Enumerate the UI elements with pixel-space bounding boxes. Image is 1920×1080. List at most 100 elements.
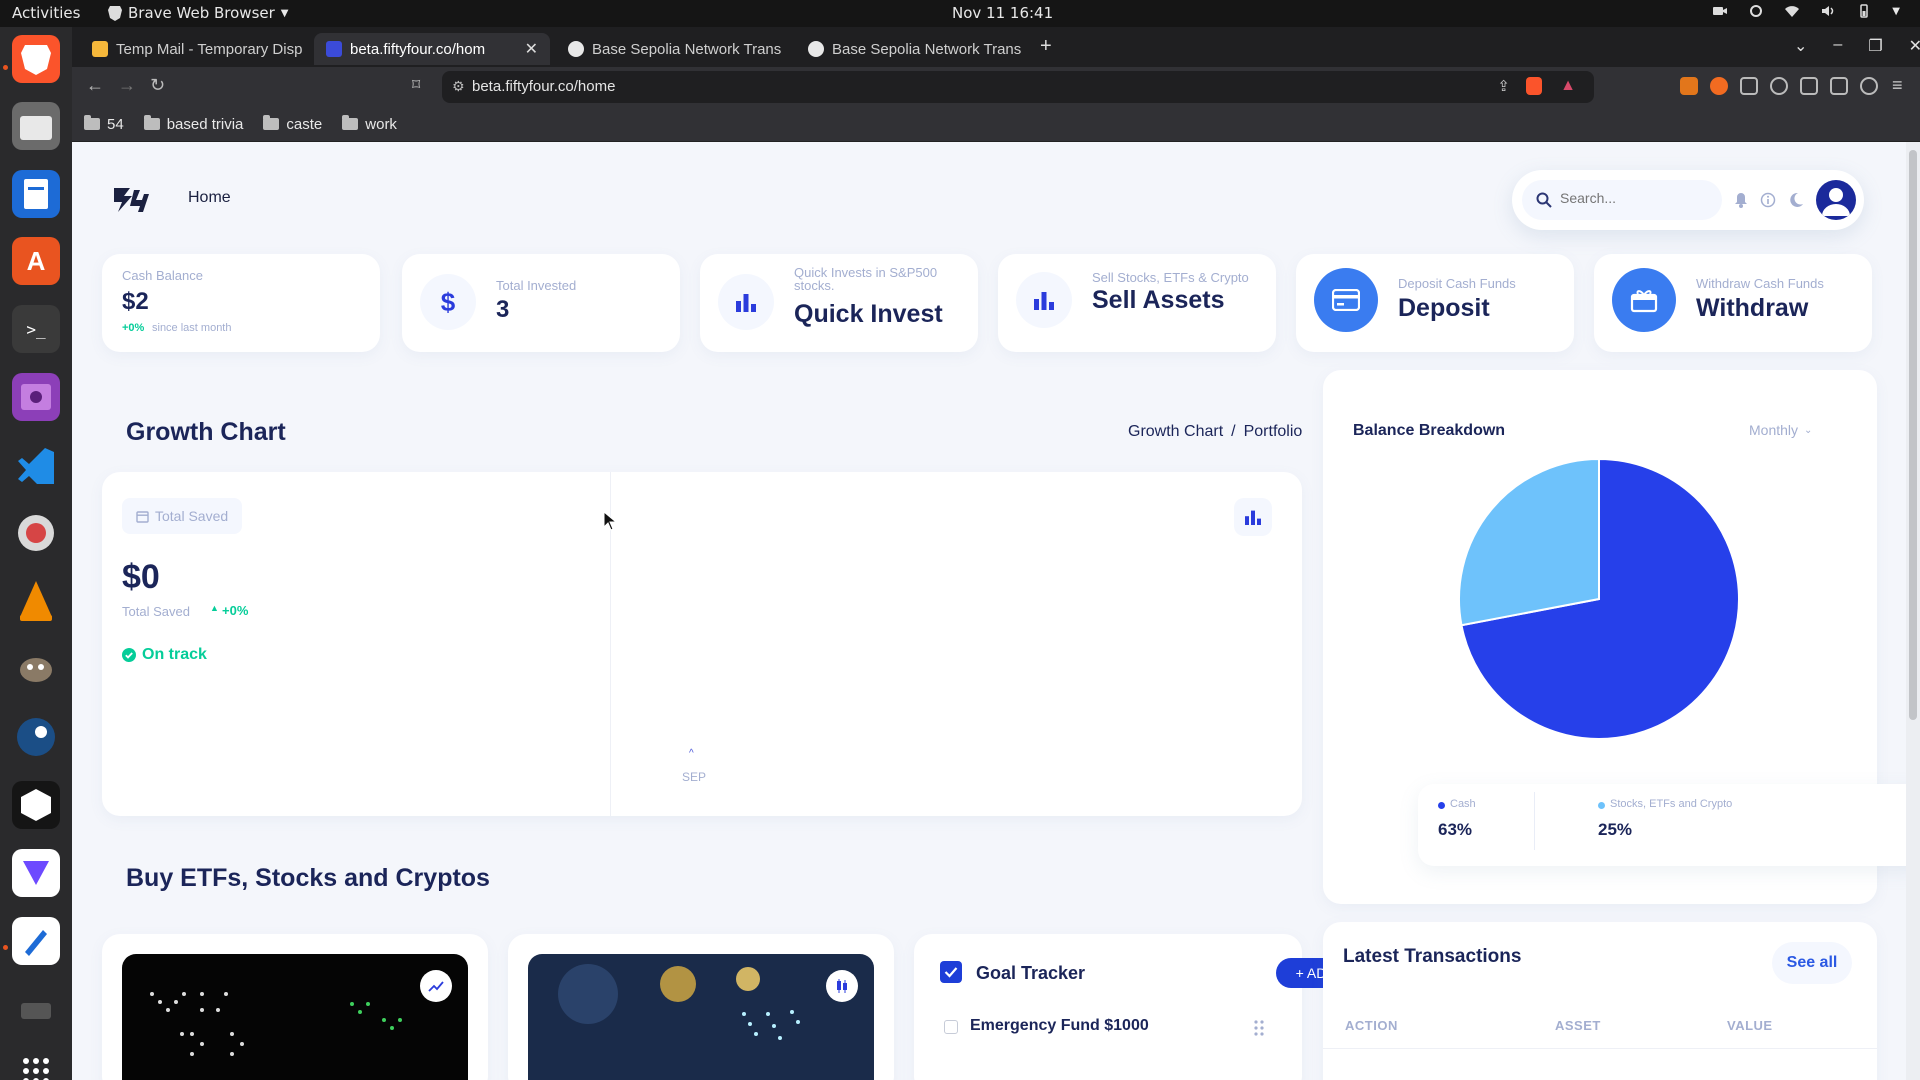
reload-icon[interactable]: ↻ xyxy=(150,75,165,96)
breadcrumb-home[interactable]: Home xyxy=(188,189,231,207)
system-top-bar: Activities Brave Web Browser ▼ Nov 11 16… xyxy=(0,0,1920,27)
battery-icon xyxy=(1860,4,1869,18)
software-center-icon[interactable]: A xyxy=(12,237,60,285)
wallet-icon[interactable] xyxy=(1830,77,1848,95)
clock[interactable]: Nov 11 16:41 xyxy=(952,4,1053,22)
extensions-puzzle-icon[interactable] xyxy=(1740,77,1758,95)
page-scrollbar[interactable] xyxy=(1906,142,1920,1080)
video-editor-icon[interactable] xyxy=(12,373,60,421)
share-icon[interactable]: ⇪ xyxy=(1497,77,1510,95)
gimp-icon[interactable] xyxy=(12,645,60,693)
temp-mail-favicon-icon xyxy=(92,41,108,57)
address-bar[interactable]: ⚙ beta.fiftyfour.co/home ⇪ ▲ xyxy=(442,71,1594,103)
tab-list-chevron-icon[interactable]: ⌄ xyxy=(1794,36,1807,56)
user-icon xyxy=(1822,188,1850,216)
proton-vpn-icon[interactable] xyxy=(12,849,60,897)
tool-icon[interactable] xyxy=(12,509,60,557)
chevron-down-icon: ⌄ xyxy=(1804,424,1813,436)
cash-balance-value: $2 xyxy=(122,288,149,315)
files-icon[interactable] xyxy=(12,102,60,150)
tab-temp-mail[interactable]: Temp Mail - Temporary Disp xyxy=(80,33,308,65)
goal-item-checkbox[interactable] xyxy=(944,1020,958,1034)
info-icon[interactable] xyxy=(1760,192,1776,208)
metamask-extension-icon[interactable] xyxy=(1680,77,1698,95)
forward-icon[interactable]: → xyxy=(118,75,136,96)
breadcrumb-portfolio[interactable]: Portfolio xyxy=(1244,423,1303,441)
bookmark-folder-based-trivia[interactable]: based trivia xyxy=(143,115,243,133)
steam-icon[interactable] xyxy=(12,713,60,761)
close-window-icon[interactable]: ✕ xyxy=(1909,36,1920,56)
chart-type-button[interactable] xyxy=(1234,498,1272,536)
sell-assets-label: Sell Stocks, ETFs & Crypto xyxy=(1092,270,1249,285)
growth-chart-heading: Growth Chart xyxy=(126,418,286,446)
bell-icon[interactable] xyxy=(1734,192,1748,208)
brave-browser-icon[interactable] xyxy=(12,35,60,83)
vlc-icon[interactable] xyxy=(12,577,60,625)
maximize-icon[interactable]: ❐ xyxy=(1868,36,1882,56)
text-editor-icon[interactable] xyxy=(12,917,60,965)
breadcrumb-separator: / xyxy=(1231,423,1236,440)
total-saved-button[interactable]: Total Saved xyxy=(122,498,243,534)
pie-slice-stocks-etfs-and-crypto[interactable] xyxy=(1458,457,1600,627)
drag-handle-icon[interactable] xyxy=(1254,1020,1264,1036)
quick-invest-card[interactable]: Quick Invests in S&P500 stocks. Quick In… xyxy=(700,254,978,352)
media-icon[interactable] xyxy=(1770,77,1788,95)
brave-shields-icon[interactable] xyxy=(1526,77,1542,95)
fiftyfour-logo[interactable] xyxy=(112,184,152,216)
url-text: beta.fiftyfour.co/home xyxy=(472,78,616,95)
see-all-transactions-button[interactable]: See all xyxy=(1772,942,1852,984)
writer-icon[interactable] xyxy=(12,170,60,218)
cash-legend-dot xyxy=(1438,802,1445,809)
dock: A >_ xyxy=(0,27,72,1080)
tab-label: Temp Mail - Temporary Disp xyxy=(116,40,303,58)
tab-base-sepolia-2[interactable]: Base Sepolia Network Trans xyxy=(796,33,1032,65)
sidebar-icon[interactable] xyxy=(1800,77,1818,95)
menu-icon[interactable]: ≡ xyxy=(1892,75,1903,96)
minimize-icon[interactable]: – xyxy=(1833,36,1842,56)
browser-toolbar: ← → ↻ ⌑ ⚙ beta.fiftyfour.co/home ⇪ ▲ ≡ xyxy=(72,67,1920,107)
bookmark-folder-caste[interactable]: caste xyxy=(263,115,322,133)
bookmark-folder-work[interactable]: work xyxy=(342,115,397,133)
stock-ticker-image xyxy=(122,954,468,1080)
activities-button[interactable]: Activities xyxy=(12,4,80,22)
on-track-status: On track xyxy=(142,646,207,663)
check-icon xyxy=(944,967,958,978)
column-header-action: ACTION xyxy=(1345,1018,1398,1033)
stocks-card[interactable] xyxy=(508,934,894,1080)
new-tab-icon[interactable]: + xyxy=(1040,35,1052,58)
total-saved-change: +0% xyxy=(222,603,249,618)
app-menu[interactable]: Brave Web Browser ▼ xyxy=(108,4,288,22)
scrollbar-thumb[interactable] xyxy=(1909,150,1917,720)
brave-rewards-icon[interactable]: ▲ xyxy=(1560,77,1576,95)
bookmark-icon[interactable]: ⌑ xyxy=(412,75,420,95)
search-box[interactable] xyxy=(1522,180,1722,220)
period-select[interactable]: Monthly ⌄ xyxy=(1749,422,1812,438)
sell-assets-card[interactable]: Sell Stocks, ETFs & Crypto Sell Assets xyxy=(998,254,1276,352)
bookmark-folder-54[interactable]: 54 xyxy=(84,115,124,133)
site-settings-icon[interactable]: ⚙ xyxy=(452,78,465,95)
system-tray[interactable]: ▼ xyxy=(1712,3,1900,19)
breadcrumb-growth-chart[interactable]: Growth Chart xyxy=(1128,423,1223,441)
extension-icon[interactable] xyxy=(1710,77,1728,95)
deposit-card[interactable]: Deposit Cash Funds Deposit xyxy=(1296,254,1574,352)
etf-card[interactable] xyxy=(102,934,488,1080)
drive-icon[interactable] xyxy=(12,987,60,1035)
search-input[interactable] xyxy=(1560,190,1710,206)
goal-tracker-title: Goal Tracker xyxy=(976,963,1086,983)
back-icon[interactable]: ← xyxy=(86,75,104,96)
avatar[interactable] xyxy=(1816,180,1856,220)
brave-lion-icon xyxy=(108,6,122,21)
vscode-icon[interactable] xyxy=(12,441,60,489)
tab-base-sepolia-1[interactable]: Base Sepolia Network Trans xyxy=(556,33,792,65)
withdraw-card[interactable]: Withdraw Cash Funds Withdraw xyxy=(1594,254,1872,352)
dark-mode-moon-icon[interactable] xyxy=(1788,192,1804,208)
goal-tracker-checkbox[interactable] xyxy=(940,961,962,983)
leo-ai-icon[interactable] xyxy=(1860,77,1878,95)
latest-transactions-title: Latest Transactions xyxy=(1343,946,1522,967)
chart-point-marker: ^ xyxy=(689,748,694,759)
show-apps-icon[interactable] xyxy=(12,1047,60,1080)
terminal-icon[interactable]: >_ xyxy=(12,305,60,353)
tab-fiftyfour[interactable]: beta.fiftyfour.co/hom ✕ xyxy=(314,33,550,65)
close-tab-icon[interactable]: ✕ xyxy=(525,39,538,59)
cube-app-icon[interactable] xyxy=(12,781,60,829)
